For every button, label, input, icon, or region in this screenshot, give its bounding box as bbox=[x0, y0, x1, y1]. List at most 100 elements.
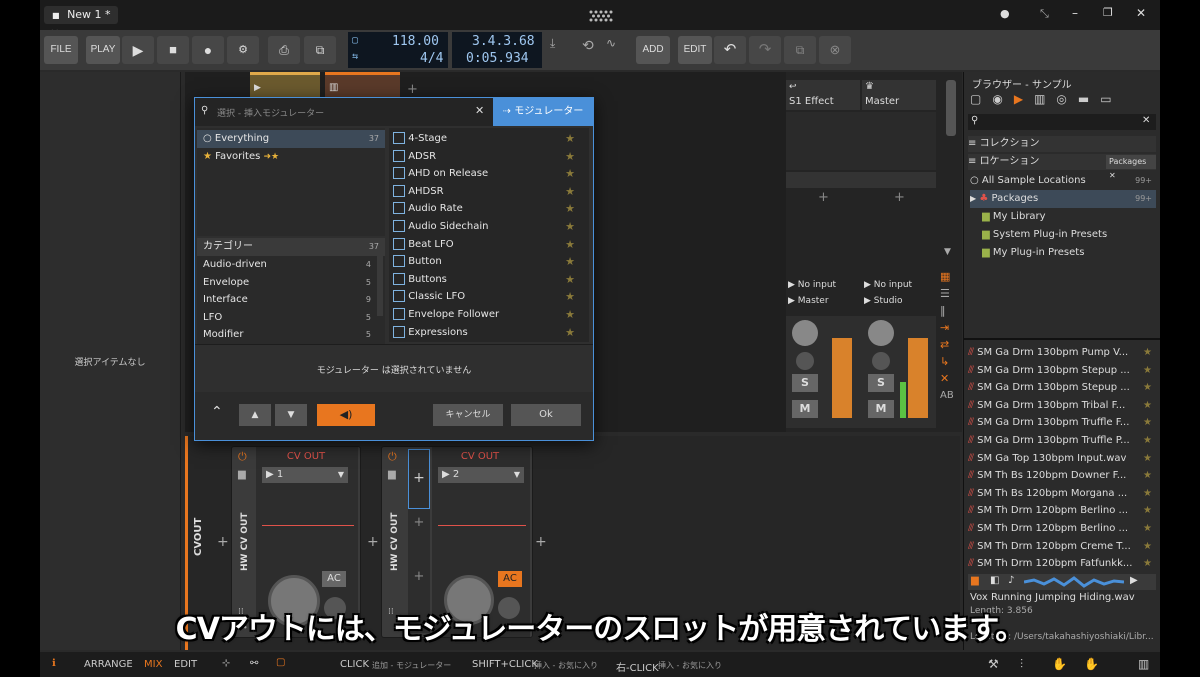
info-icon[interactable]: ℹ bbox=[52, 658, 56, 669]
category-scrollbar[interactable] bbox=[377, 256, 383, 316]
modulator-item[interactable]: Expressions ★ bbox=[389, 324, 585, 342]
sample-file-item[interactable]: ⫻ SM Ga Top 130bpm Input.wav ★ bbox=[968, 450, 1154, 468]
modulator-add-slot[interactable]: + bbox=[408, 515, 430, 530]
add-device-icon[interactable]: + bbox=[217, 534, 229, 550]
solo-button[interactable]: S bbox=[792, 374, 818, 392]
record-icon[interactable]: ● bbox=[192, 36, 224, 64]
collapse-up-icon[interactable]: ⌃ bbox=[211, 404, 223, 420]
sample-file-item[interactable]: ⫻ SM Ga Drm 130bpm Pump V... ★ bbox=[968, 344, 1154, 362]
sample-file-item[interactable]: ⫻ SM Th Drm 120bpm Berlino ... ★ bbox=[968, 520, 1154, 538]
project-tab[interactable]: ■ New 1 * ✕ bbox=[44, 6, 118, 40]
bars-icon[interactable]: ‖ bbox=[940, 302, 960, 319]
metronome-icon[interactable]: ⎙ bbox=[268, 36, 300, 64]
favorite-star-icon[interactable]: ★ bbox=[565, 165, 575, 183]
edit-button[interactable]: EDIT bbox=[678, 36, 712, 64]
output-select[interactable]: ▶ Studio bbox=[864, 296, 936, 306]
redo-icon[interactable]: ↷ bbox=[749, 36, 781, 64]
list-icon[interactable]: ☰ bbox=[940, 285, 960, 302]
category-item[interactable]: LFO 5 bbox=[197, 309, 375, 327]
note-icon[interactable]: ♪ bbox=[1008, 575, 1014, 586]
arrow-icon[interactable]: ⇥ bbox=[940, 319, 960, 336]
location-header[interactable]: ≡ ロケーション Packages ✕ bbox=[968, 154, 1156, 180]
mixer-icon[interactable]: ⫶ bbox=[1020, 657, 1023, 672]
split-icon[interactable]: ⇄ bbox=[940, 336, 960, 353]
automation-icon[interactable]: ⚙ bbox=[227, 36, 259, 64]
favorite-star-icon[interactable]: ★ bbox=[1143, 379, 1152, 397]
location-item[interactable]: ▆ System Plug-in Presets bbox=[982, 226, 1156, 244]
solo-button[interactable]: S bbox=[868, 374, 894, 392]
punch-icon[interactable]: ⤓ bbox=[550, 36, 555, 51]
arrange-view-tab[interactable]: ARRANGE bbox=[84, 659, 133, 670]
favorite-star-icon[interactable]: ★ bbox=[1143, 485, 1152, 503]
favorite-star-icon[interactable]: ★ bbox=[565, 200, 575, 218]
keys-tab-icon[interactable]: ▥ bbox=[1034, 92, 1056, 106]
close-window-icon[interactable]: ✕ bbox=[1136, 6, 1146, 20]
browser-search[interactable]: ⚲ ✕ bbox=[968, 114, 1156, 130]
location-item[interactable]: ○ All Sample Locations 99+ bbox=[970, 172, 1156, 190]
modulator-item[interactable]: Classic LFO ★ bbox=[389, 288, 585, 306]
favorite-star-icon[interactable]: ★ bbox=[1143, 520, 1152, 538]
clip-tab-icon[interactable]: ▬ bbox=[1078, 92, 1100, 106]
hand-icon[interactable]: ✋ bbox=[1052, 657, 1067, 671]
ab-icon[interactable]: AB bbox=[940, 387, 960, 404]
next-button[interactable]: ▼ bbox=[275, 404, 307, 426]
device-tab-icon[interactable]: ▢ bbox=[970, 92, 992, 106]
favorite-star-icon[interactable]: ★ bbox=[565, 130, 575, 148]
favorite-star-icon[interactable]: ★ bbox=[565, 288, 575, 306]
power-icon[interactable]: ⏻ bbox=[238, 450, 247, 464]
tempo-value[interactable]: 118.00 bbox=[392, 34, 439, 49]
sample-file-item[interactable]: ⫻ SM Th Drm 120bpm Berlino ... ★ bbox=[968, 502, 1154, 520]
mix-view-tab[interactable]: MIX bbox=[144, 659, 162, 670]
category-item[interactable]: Interface 9 bbox=[197, 291, 375, 309]
previous-button[interactable]: ▲ bbox=[239, 404, 271, 426]
favorite-star-icon[interactable]: ★ bbox=[565, 218, 575, 236]
play-icon[interactable]: ▶ bbox=[122, 36, 154, 64]
position-display[interactable]: 3.4.3.68 0:05.934 bbox=[452, 32, 542, 68]
link-icon[interactable]: ⚯ bbox=[250, 658, 258, 669]
panel-icon[interactable]: ▢ bbox=[276, 657, 285, 668]
favorite-star-icon[interactable]: ★ bbox=[565, 148, 575, 166]
browser-tabs[interactable]: ▢◉▶▥◎▬▭ bbox=[970, 92, 1156, 108]
channel-header-master[interactable]: ♛ Master bbox=[862, 80, 936, 110]
tempo-display[interactable]: ▢ ⇆ 118.00 4/4 bbox=[348, 32, 448, 68]
cv-channel-select[interactable]: ▶ 1 ▼ bbox=[262, 467, 348, 483]
modulator-item[interactable]: Beat LFO ★ bbox=[389, 236, 585, 254]
sample-file-item[interactable]: ⫻ SM Ga Drm 130bpm Stepup ... ★ bbox=[968, 379, 1154, 397]
filter-everything[interactable]: ○ Everything 37 bbox=[197, 130, 385, 148]
edit-view-tab[interactable]: EDIT bbox=[174, 659, 197, 670]
cancel-button[interactable]: キャンセル bbox=[433, 404, 503, 426]
ac-button[interactable]: AC bbox=[322, 571, 346, 587]
volume-fader[interactable] bbox=[908, 338, 928, 418]
location-item[interactable]: ▆ My Plug-in Presets bbox=[982, 244, 1156, 262]
pan-knob[interactable] bbox=[868, 320, 894, 346]
favorite-star-icon[interactable]: ★ bbox=[1143, 467, 1152, 485]
grid-icon[interactable]: ▦ bbox=[940, 268, 960, 285]
mute-button[interactable]: M bbox=[792, 400, 818, 418]
add-fx-icon[interactable]: + bbox=[818, 190, 829, 205]
clip-header-1[interactable]: ▶ bbox=[250, 72, 320, 99]
modulator-add-slot[interactable]: + bbox=[408, 569, 430, 584]
cursor-icon[interactable]: ◧ bbox=[990, 575, 999, 586]
sample-file-item[interactable]: ⫻ SM Ga Drm 130bpm Tribal F... ★ bbox=[968, 397, 1154, 415]
modal-search[interactable]: ⚲ 選択 - 挿入モジュレーター ✕ bbox=[195, 98, 493, 126]
favorite-star-icon[interactable]: ★ bbox=[1143, 502, 1152, 520]
clear-search-icon[interactable]: ✕ bbox=[1142, 115, 1150, 126]
modulator-item[interactable]: 4-Stage ★ bbox=[389, 130, 585, 148]
modulator-item[interactable]: Envelope Follower ★ bbox=[389, 306, 585, 324]
modulator-item[interactable]: Button ★ bbox=[389, 253, 585, 271]
ac-button[interactable]: AC bbox=[498, 571, 522, 587]
favorite-star-icon[interactable]: ★ bbox=[1143, 555, 1152, 573]
add-device-icon[interactable]: + bbox=[535, 534, 547, 550]
preview-audio-button[interactable]: ◀) bbox=[317, 404, 375, 426]
input-select[interactable]: ▶ No input bbox=[864, 280, 936, 290]
cv-channel-select[interactable]: ▶ 2 ▼ bbox=[438, 467, 524, 483]
modulator-item[interactable]: Buttons ★ bbox=[389, 271, 585, 289]
pan-knob[interactable] bbox=[792, 320, 818, 346]
mute-button[interactable]: M bbox=[868, 400, 894, 418]
add-fx-icon[interactable]: + bbox=[894, 190, 905, 205]
modulator-add-slot[interactable]: + bbox=[408, 449, 430, 509]
hand-icon[interactable]: ✋ bbox=[1084, 657, 1099, 671]
add-scene-icon[interactable]: + bbox=[407, 82, 418, 97]
monitor-tab-icon[interactable]: ▭ bbox=[1100, 92, 1122, 106]
tool-icon[interactable]: ⚒ bbox=[988, 657, 999, 671]
